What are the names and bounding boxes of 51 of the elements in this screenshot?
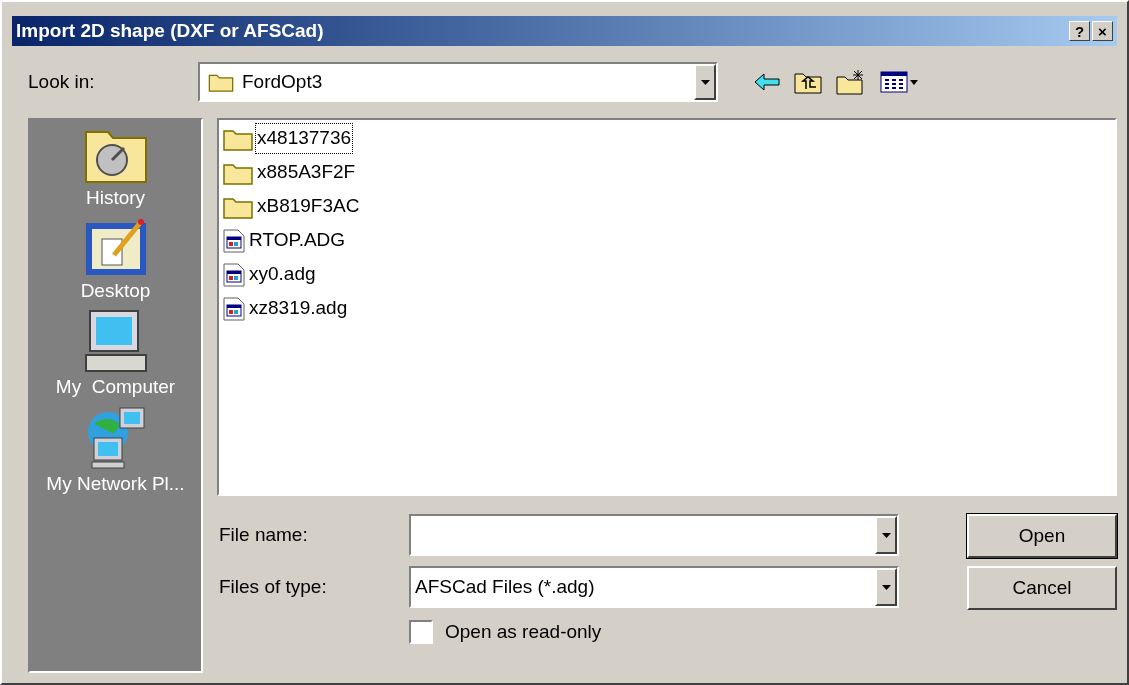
file-item[interactable]: RTOP.ADG [223, 226, 347, 255]
places-label: My Computer [55, 375, 176, 399]
dropdown-button[interactable] [875, 568, 897, 606]
file-item[interactable]: xz8319.adg [223, 294, 349, 323]
file-name: x48137736 [256, 124, 353, 153]
file-name: xB819F3AC [256, 194, 361, 219]
dropdown-button[interactable] [694, 64, 716, 100]
document-icon [223, 296, 245, 321]
file-name-field[interactable] [409, 514, 899, 556]
close-button[interactable]: × [1092, 21, 1113, 41]
file-item[interactable]: x48137736 [223, 124, 353, 153]
document-icon [223, 262, 245, 287]
dropdown-button[interactable] [875, 516, 897, 554]
file-name: RTOP.ADG [248, 228, 347, 253]
view-menu-icon[interactable] [880, 71, 918, 93]
places-label: History [85, 186, 146, 210]
up-folder-icon[interactable] [794, 70, 822, 94]
read-only-label: Open as read-only [445, 620, 602, 644]
caret-icon [881, 584, 891, 590]
places-item[interactable]: My Network Pl... [30, 405, 201, 498]
folder-icon [208, 72, 234, 92]
desktop-pencil-icon [83, 216, 148, 277]
caret-icon [881, 532, 891, 538]
file-type-label: Files of type: [218, 574, 328, 599]
window-title: Import 2D shape (DXF or AFSCad) [16, 18, 324, 43]
file-name: x885A3F2F [256, 160, 357, 185]
places-item[interactable]: Desktop [30, 216, 201, 305]
look-in-label: Look in: [27, 69, 96, 94]
document-icon [223, 228, 245, 253]
places-label: Desktop [80, 278, 151, 303]
dialog-button[interactable]: Open [967, 514, 1117, 558]
file-item[interactable]: xy0.adg [223, 260, 317, 289]
computer-icon [83, 309, 148, 373]
file-item[interactable]: x885A3F2F [223, 158, 357, 187]
file-name-label: File name: [218, 522, 309, 547]
look-in-value: FordOpt3 [242, 69, 323, 94]
help-button[interactable]: ? [1069, 21, 1090, 41]
back-arrow-icon[interactable] [754, 73, 780, 91]
places-item[interactable]: My Computer [30, 309, 201, 402]
file-item[interactable]: xB819F3AC [223, 192, 361, 221]
file-name: xz8319.adg [248, 296, 349, 321]
caret-icon [700, 79, 710, 85]
file-name: xy0.adg [248, 262, 317, 287]
file-type-dropdown[interactable]: AFSCad Files (*.adg) [409, 566, 899, 608]
file-type-value: AFSCad Files (*.adg) [414, 574, 596, 599]
new-folder-icon[interactable] [836, 69, 866, 95]
places-label: My Network Pl... [46, 471, 185, 496]
places-item[interactable]: History [30, 124, 201, 213]
read-only-checkbox[interactable] [409, 620, 433, 645]
look-in-dropdown[interactable]: FordOpt3 [198, 62, 718, 102]
dialog-button[interactable]: Cancel [967, 566, 1117, 610]
